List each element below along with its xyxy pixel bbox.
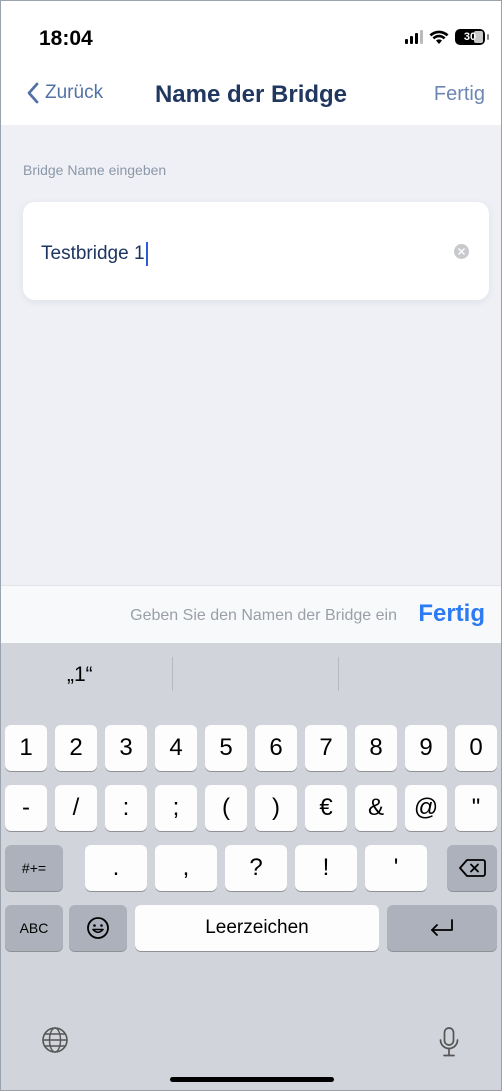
key-3[interactable]: 3: [105, 725, 147, 771]
wifi-icon: [429, 30, 449, 44]
battery-level: 30: [463, 31, 477, 43]
input-value: Testbridge 1: [41, 243, 145, 264]
done-button[interactable]: Fertig: [434, 83, 485, 106]
microphone-icon[interactable]: [438, 1026, 460, 1058]
accessory-hint: Geben Sie den Namen der Bridge ein: [130, 607, 397, 624]
close-icon: [458, 248, 465, 255]
key-hyphen[interactable]: -: [5, 785, 47, 831]
key-exclamation[interactable]: !: [295, 845, 357, 891]
key-close-paren[interactable]: ): [255, 785, 297, 831]
text-caret: [145, 242, 148, 266]
key-apostrophe[interactable]: ': [365, 845, 427, 891]
key-8[interactable]: 8: [355, 725, 397, 771]
space-key[interactable]: Leerzeichen: [135, 905, 379, 951]
key-colon[interactable]: :: [105, 785, 147, 831]
key-at[interactable]: @: [405, 785, 447, 831]
globe-icon[interactable]: [41, 1026, 69, 1054]
key-9[interactable]: 9: [405, 725, 447, 771]
key-euro[interactable]: €: [305, 785, 347, 831]
emoji-icon: [87, 917, 109, 939]
backspace-icon: [459, 859, 486, 877]
page-title: Name der Bridge: [154, 81, 348, 108]
keyboard: „1“ 1 2 3 4 5 6 7 8 9 0 - / : ; ( ) € & …: [1, 643, 501, 1090]
battery-icon: 30: [455, 29, 489, 45]
symbols-mode-key[interactable]: #+=: [5, 845, 63, 891]
accessory-done-button[interactable]: Fertig: [418, 600, 485, 628]
suggestion-bar: „1“: [1, 643, 501, 709]
key-open-paren[interactable]: (: [205, 785, 247, 831]
suggestion-1[interactable]: „1“: [67, 663, 93, 687]
suggestion-divider: [338, 657, 339, 691]
abc-key[interactable]: ABC: [5, 905, 63, 951]
key-comma[interactable]: ,: [155, 845, 217, 891]
bridge-name-input[interactable]: Testbridge 1: [41, 242, 148, 266]
bridge-name-field[interactable]: Testbridge 1: [23, 202, 489, 300]
signal-icon: [405, 30, 423, 44]
key-4[interactable]: 4: [155, 725, 197, 771]
key-period[interactable]: .: [85, 845, 147, 891]
key-ampersand[interactable]: &: [355, 785, 397, 831]
key-1[interactable]: 1: [5, 725, 47, 771]
key-5[interactable]: 5: [205, 725, 247, 771]
suggestion-divider: [172, 657, 173, 691]
clear-text-button[interactable]: [454, 244, 469, 259]
status-time: 18:04: [39, 27, 93, 50]
key-semicolon[interactable]: ;: [155, 785, 197, 831]
return-key[interactable]: [387, 905, 497, 951]
status-bar: 18:04 30: [1, 1, 501, 71]
backspace-key[interactable]: [447, 845, 497, 891]
nav-bar: Zurück Name der Bridge Fertig: [1, 71, 501, 125]
key-question[interactable]: ?: [225, 845, 287, 891]
key-2[interactable]: 2: [55, 725, 97, 771]
keyboard-accessory-bar: Geben Sie den Namen der Bridge ein Ferti…: [1, 585, 501, 643]
key-7[interactable]: 7: [305, 725, 347, 771]
app-frame: 18:04 30 Zurück Name der Bridge Fertig B…: [0, 0, 502, 1091]
key-slash[interactable]: /: [55, 785, 97, 831]
return-icon: [431, 919, 453, 936]
key-quote[interactable]: ": [455, 785, 497, 831]
field-label: Bridge Name eingeben: [23, 162, 167, 178]
home-indicator: [170, 1077, 334, 1082]
key-6[interactable]: 6: [255, 725, 297, 771]
key-0[interactable]: 0: [455, 725, 497, 771]
status-icons: 30: [405, 29, 489, 45]
emoji-key[interactable]: [69, 905, 127, 951]
